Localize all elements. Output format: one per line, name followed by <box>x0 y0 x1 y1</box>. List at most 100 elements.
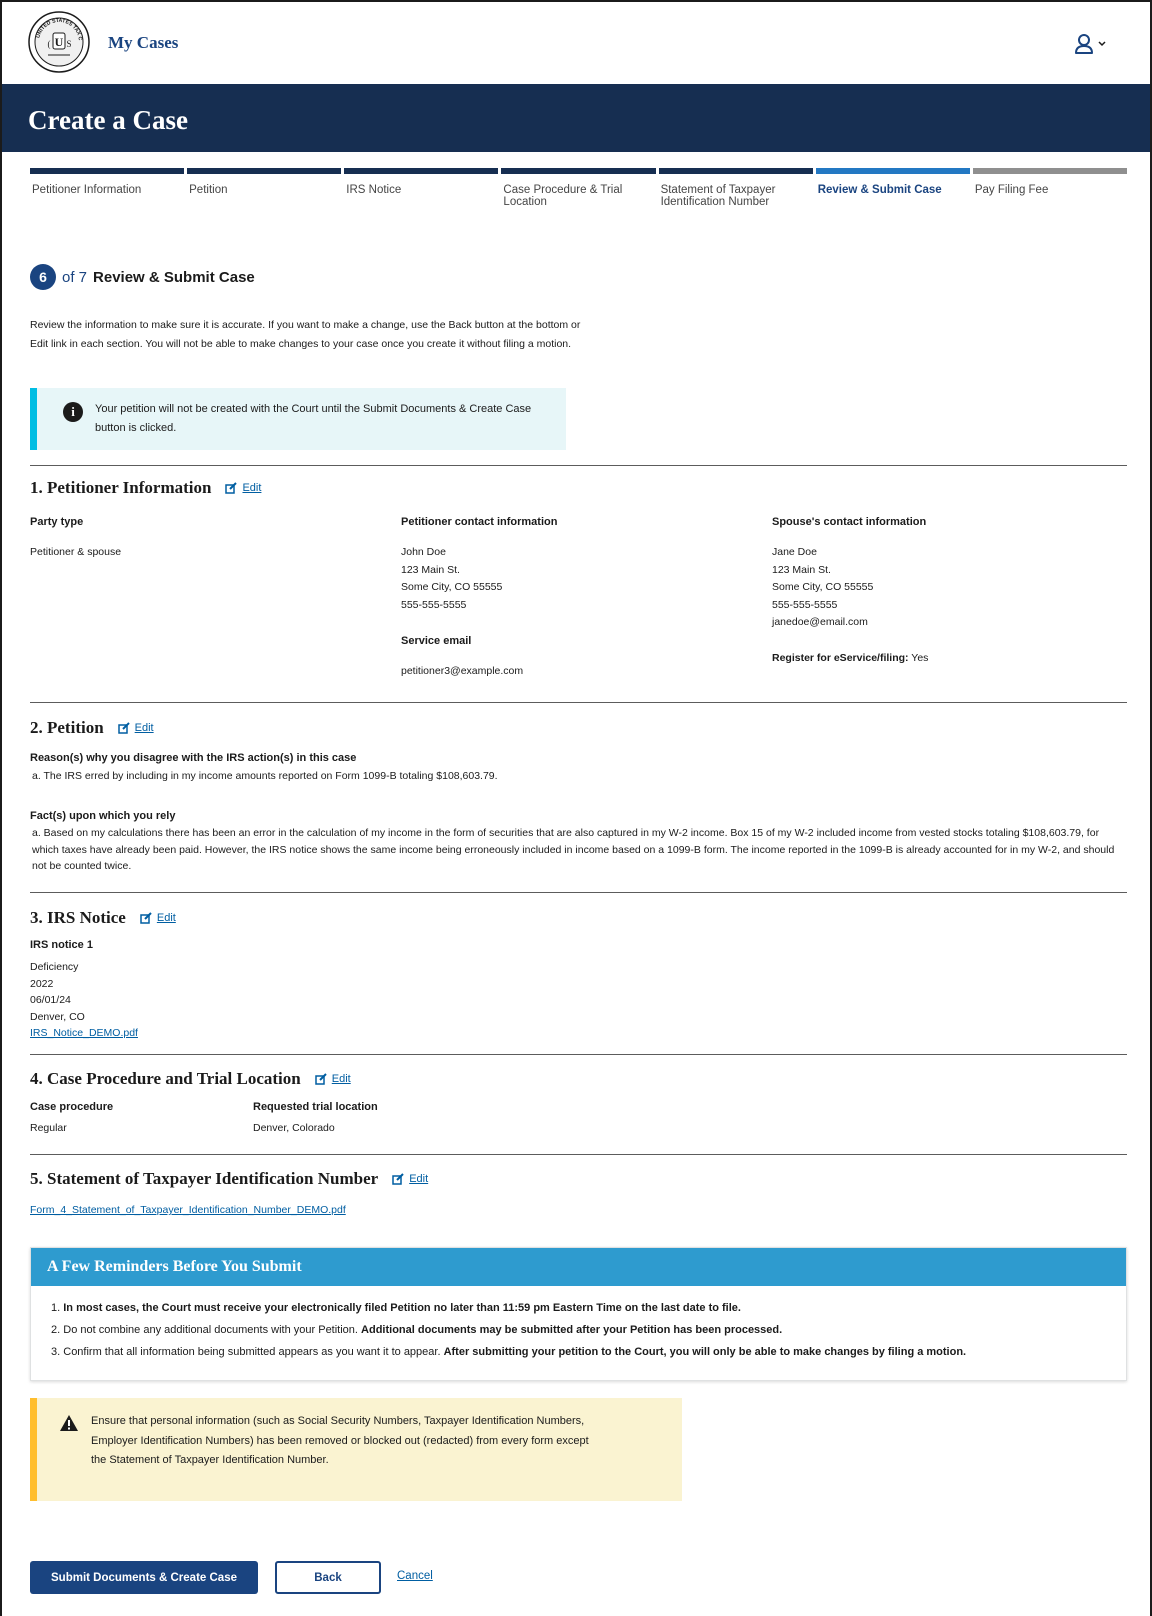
notice-location: Denver, CO <box>30 1010 85 1023</box>
spouse-street: 123 Main St. <box>772 563 831 576</box>
section-irs-notice-title: 3. IRS Notice Edit <box>30 908 176 928</box>
edit-procedure[interactable]: Edit <box>315 1073 351 1085</box>
edit-link[interactable]: Edit <box>157 912 176 924</box>
section-stin-title: 5. Statement of Taxpayer Identification … <box>30 1169 428 1189</box>
spouse-city: Some City, CO 55555 <box>772 581 874 593</box>
edit-stin[interactable]: Edit <box>392 1173 428 1185</box>
reminder-number: 2. <box>51 1324 61 1336</box>
step-label: Case Procedure & Trial Location <box>503 184 623 208</box>
section-divider <box>30 1054 1127 1055</box>
section-petitioner-title: 1. Petitioner Information Edit <box>30 478 261 498</box>
info-icon: i <box>63 402 83 422</box>
petitioner-phone: 555-555-5555 <box>401 598 467 611</box>
section-petition-title: 2. Petition Edit <box>30 718 154 738</box>
reminders-card: A Few Reminders Before You Submit 1. In … <box>30 1247 1127 1381</box>
section-heading: 3. IRS Notice <box>30 908 126 927</box>
reminder-item: 1. In most cases, the Court must receive… <box>51 1297 1106 1319</box>
edit-icon <box>117 722 130 734</box>
reminder-item: 2. Do not combine any additional documen… <box>51 1319 1106 1341</box>
petitioner-contact-label: Petitioner contact information <box>401 516 558 528</box>
spouse-name: Jane Doe <box>772 546 817 558</box>
service-email-label: Service email <box>401 635 472 647</box>
step-label: IRS Notice <box>346 184 402 196</box>
petitioner-name: John Doe <box>401 546 446 558</box>
edit-icon <box>392 1173 404 1185</box>
reason-a: a. The IRS erred by including in my inco… <box>32 770 498 782</box>
step-number-badge: 6 <box>30 264 56 290</box>
petitioner-contact-block: John Doe 123 Main St. Some City, CO 5555… <box>401 544 502 614</box>
spouse-email: janedoe@email.com <box>772 616 868 628</box>
petitioner-city: Some City, CO 55555 <box>401 581 503 593</box>
step-case-procedure: Case Procedure & Trial Location <box>501 168 656 208</box>
stin-file-link[interactable]: Form_4_Statement_of_Taxpayer_Identificat… <box>30 1202 346 1220</box>
edit-icon <box>225 482 238 494</box>
section-divider <box>30 465 1127 466</box>
step-title: Review & Submit Case <box>93 268 255 286</box>
notice-date: 06/01/24 <box>30 994 71 1006</box>
user-icon <box>1075 34 1093 54</box>
section-heading: 2. Petition <box>30 718 104 737</box>
case-procedure-label: Case procedure <box>30 1101 114 1113</box>
irs-notice-label: IRS notice 1 <box>30 939 93 951</box>
party-type-label: Party type <box>30 516 84 528</box>
reminders-list: 1. In most cases, the Court must receive… <box>31 1286 1126 1374</box>
cancel-link[interactable]: Cancel <box>397 1570 433 1582</box>
edit-link[interactable]: Edit <box>135 722 154 734</box>
spouse-contact-block: Jane Doe 123 Main St. Some City, CO 5555… <box>772 544 873 632</box>
irs-notice-file-link[interactable]: IRS_Notice_DEMO.pdf <box>30 1027 138 1039</box>
reminder-text: Do not combine any additional documents … <box>63 1324 358 1336</box>
section-heading: 4. Case Procedure and Trial Location <box>30 1069 301 1088</box>
spouse-contact-label: Spouse's contact information <box>772 516 927 528</box>
step-petitioner-information: Petitioner Information <box>30 168 185 208</box>
edit-icon <box>315 1073 327 1085</box>
submit-create-case-button[interactable]: Submit Documents & Create Case <box>30 1561 258 1594</box>
warning-alert: Ensure that personal information (such a… <box>30 1398 682 1501</box>
eservice-label: Register for eService/filing: <box>772 652 909 664</box>
case-procedure-value: Regular <box>30 1122 67 1134</box>
edit-petitioner[interactable]: Edit <box>225 482 261 494</box>
step-petition: Petition <box>187 168 342 208</box>
step-label: Review & Submit Case <box>817 184 942 196</box>
step-label: Statement of Taxpayer Identification Num… <box>660 184 776 208</box>
reminder-text: Confirm that all information being submi… <box>63 1346 441 1358</box>
reminder-number: 3. <box>51 1346 61 1358</box>
trial-location-label: Requested trial location <box>253 1101 378 1113</box>
svg-text:U: U <box>55 35 64 49</box>
step-review-submit: Review & Submit Case <box>815 168 970 208</box>
app-title[interactable]: My Cases <box>108 33 178 53</box>
edit-link[interactable]: Edit <box>332 1073 351 1085</box>
reminder-text-bold: Additional documents may be submitted af… <box>361 1324 783 1336</box>
edit-petition[interactable]: Edit <box>117 722 154 734</box>
step-of-total: of 7 <box>62 268 88 286</box>
edit-link[interactable]: Edit <box>242 482 261 494</box>
section-heading: 5. Statement of Taxpayer Identification … <box>30 1169 379 1188</box>
step-indicator: Petitioner Information Petition IRS Noti… <box>30 168 1127 208</box>
section-divider <box>30 702 1127 703</box>
reasons-label: Reason(s) why you disagree with the IRS … <box>30 752 357 764</box>
reminder-number: 1. <box>51 1302 61 1314</box>
edit-link[interactable]: Edit <box>409 1173 428 1185</box>
warning-icon <box>60 1415 78 1431</box>
fact-a: a. Based on my calculations there has be… <box>32 827 1115 872</box>
step-label: Petition <box>189 184 228 196</box>
warning-alert-text: Ensure that personal information (such a… <box>91 1415 589 1466</box>
info-alert-text: Your petition will not be created with t… <box>95 403 532 434</box>
reminder-text-bold: In most cases, the Court must receive yo… <box>63 1302 741 1314</box>
page-title: Create a Case <box>28 105 188 135</box>
chevron-down-icon <box>1098 41 1106 47</box>
page-frame: UNITED STATES TAX COURT U ( S My Cases C… <box>0 0 1152 1616</box>
back-button[interactable]: Back <box>275 1561 381 1594</box>
intro-text: Review the information to make sure it i… <box>30 319 581 350</box>
user-menu-button[interactable] <box>1074 32 1112 56</box>
reminder-item: 3. Confirm that all information being su… <box>51 1341 1106 1363</box>
us-tax-court-seal-icon[interactable]: UNITED STATES TAX COURT U ( S <box>28 11 90 73</box>
page-banner: Create a Case <box>2 84 1150 152</box>
svg-text:S: S <box>66 39 71 49</box>
trial-location-value: Denver, Colorado <box>253 1122 335 1134</box>
facts-label: Fact(s) upon which you rely <box>30 810 176 822</box>
step-stin: Statement of Taxpayer Identification Num… <box>658 168 813 208</box>
edit-irs-notice[interactable]: Edit <box>140 912 176 924</box>
petitioner-street: 123 Main St. <box>401 563 460 576</box>
irs-notice-details: Deficiency 2022 06/01/24 Denver, CO IRS_… <box>30 959 138 1042</box>
notice-type: Deficiency <box>30 961 79 973</box>
